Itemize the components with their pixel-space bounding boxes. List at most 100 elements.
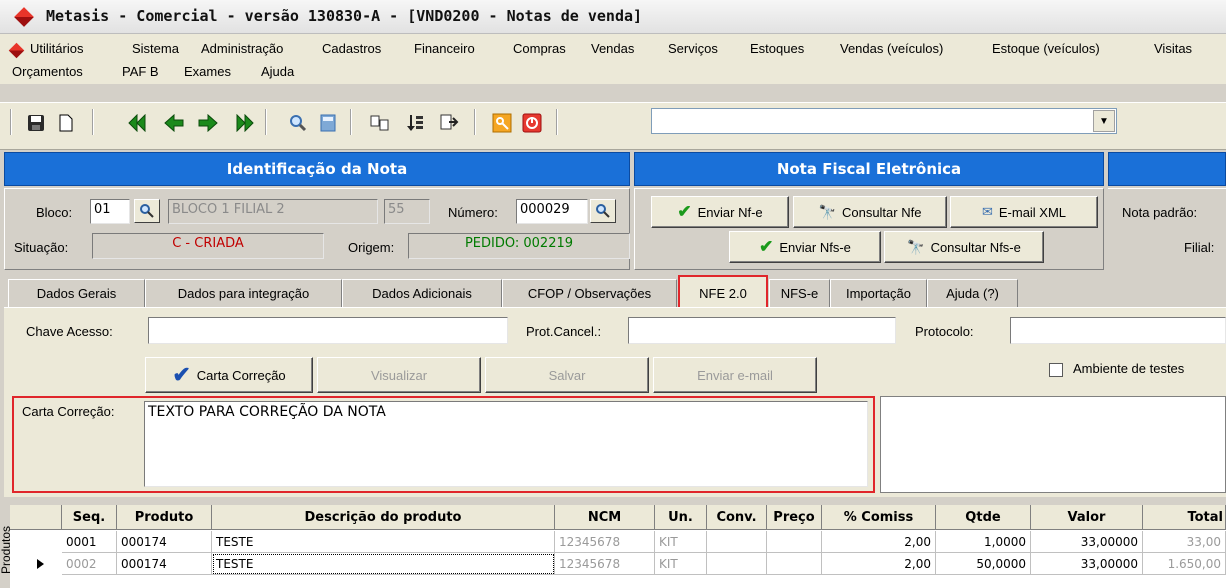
grid-cell-produto[interactable]: 000174 xyxy=(117,553,212,575)
grid-cell-conv[interactable] xyxy=(707,531,767,553)
grid-cell-comiss[interactable]: 2,00 xyxy=(822,553,936,575)
menu-visitas[interactable]: Visitas xyxy=(1154,41,1192,56)
ambiente-testes-checkbox[interactable] xyxy=(1049,363,1063,377)
bloco-field[interactable]: 01 xyxy=(90,199,130,224)
email-xml-button[interactable]: ✉ E-mail XML xyxy=(950,196,1098,228)
toolbar-combo[interactable]: ▼ xyxy=(651,108,1117,134)
grid-cell-un[interactable]: KIT xyxy=(655,531,707,553)
enviar-email-button[interactable]: Enviar e-mail xyxy=(653,357,817,393)
toolbar-separator xyxy=(474,109,476,135)
numero-field[interactable]: 000029 xyxy=(516,199,588,224)
prot-cancel-field[interactable] xyxy=(628,317,896,344)
menu-bar: Utilitários Sistema Administração Cadast… xyxy=(0,34,1226,84)
grid-header-preco[interactable]: Preço xyxy=(767,505,822,530)
menu-compras[interactable]: Compras xyxy=(513,41,566,56)
grid-cell-total[interactable]: 33,00 xyxy=(1143,531,1226,553)
menu-sistema[interactable]: Sistema xyxy=(132,41,179,56)
sort-icon[interactable] xyxy=(403,111,427,135)
grid-cell-valor[interactable]: 33,00000 xyxy=(1031,553,1143,575)
menu-orcamentos[interactable]: Orçamentos xyxy=(12,64,83,79)
grid-cell-descricao[interactable]: TESTE xyxy=(212,553,555,575)
save-icon[interactable] xyxy=(24,111,48,135)
consultar-nfe-button[interactable]: 🔭 Consultar Nfe xyxy=(793,196,947,228)
grid-header-un[interactable]: Un. xyxy=(655,505,707,530)
grid-header-ncm[interactable]: NCM xyxy=(555,505,655,530)
calculator-icon[interactable] xyxy=(316,111,340,135)
grid-cell-total[interactable]: 1.650,00 xyxy=(1143,553,1226,575)
numero-search-icon[interactable] xyxy=(590,199,616,223)
tab-nfse[interactable]: NFS-e xyxy=(769,279,830,307)
salvar-button[interactable]: Salvar xyxy=(485,357,649,393)
grid-cell-qtde[interactable]: 50,0000 xyxy=(936,553,1031,575)
check-icon: ✔ xyxy=(677,202,692,221)
first-record-icon[interactable] xyxy=(127,111,151,135)
search-icon[interactable] xyxy=(286,111,310,135)
app-menu-icon[interactable] xyxy=(8,42,25,59)
tab-nfe-2-0[interactable]: NFE 2.0 xyxy=(678,275,768,310)
grid-cell-seq[interactable]: 0002 xyxy=(62,553,117,575)
grid-header-valor[interactable]: Valor xyxy=(1031,505,1143,530)
menu-servicos[interactable]: Serviços xyxy=(668,41,718,56)
tab-importacao[interactable]: Importação xyxy=(830,279,927,307)
last-record-icon[interactable] xyxy=(231,111,255,135)
nfe-header: Nota Fiscal Eletrônica xyxy=(634,152,1104,186)
chevron-down-icon[interactable]: ▼ xyxy=(1093,110,1115,132)
menu-utilitarios[interactable]: Utilitários xyxy=(30,41,83,56)
products-grid[interactable]: Seq. Produto Descrição do produto NCM Un… xyxy=(10,505,1226,588)
email-icon: ✉ xyxy=(981,204,993,219)
protocolo-label: Protocolo: xyxy=(915,324,974,339)
grid-cell-un[interactable]: KIT xyxy=(655,553,707,575)
grid-cell-ncm[interactable]: 12345678 xyxy=(555,553,655,575)
key-icon[interactable] xyxy=(490,111,514,135)
previous-record-icon[interactable] xyxy=(162,111,186,135)
chave-acesso-field[interactable] xyxy=(148,317,508,344)
grid-header-qtde[interactable]: Qtde xyxy=(936,505,1031,530)
carta-correcao-button[interactable]: ✔ Carta Correção xyxy=(145,357,313,393)
grid-header-total[interactable]: Total xyxy=(1143,505,1226,530)
grid-header-comiss[interactable]: % Comiss xyxy=(822,505,936,530)
grid-cell-comiss[interactable]: 2,00 xyxy=(822,531,936,553)
consultar-nfe-label: Consultar Nfe xyxy=(841,204,922,220)
origem-field: PEDIDO: 002219 xyxy=(408,233,630,259)
menu-cadastros[interactable]: Cadastros xyxy=(322,41,381,56)
consultar-nfse-button[interactable]: 🔭 Consultar Nfs-e xyxy=(884,231,1044,263)
tab-cfop-observacoes[interactable]: CFOP / Observações xyxy=(502,279,677,307)
menu-paf-b[interactable]: PAF B xyxy=(122,64,159,79)
tab-dados-gerais[interactable]: Dados Gerais xyxy=(8,279,145,307)
grid-header-seq[interactable]: Seq. xyxy=(62,505,117,530)
menu-vendas[interactable]: Vendas xyxy=(591,41,634,56)
grid-cell-conv[interactable] xyxy=(707,553,767,575)
protocolo-field[interactable] xyxy=(1010,317,1226,344)
grid-cell-preco[interactable] xyxy=(767,531,822,553)
grid-cell-produto[interactable]: 000174 xyxy=(117,531,212,553)
menu-vendas-veiculos[interactable]: Vendas (veículos) xyxy=(840,41,943,56)
grid-cell-descricao[interactable]: TESTE xyxy=(212,531,555,553)
tab-dados-integracao[interactable]: Dados para integração xyxy=(145,279,342,307)
visualizar-button[interactable]: Visualizar xyxy=(317,357,481,393)
tab-dados-adicionais[interactable]: Dados Adicionais xyxy=(342,279,502,307)
copy-icon[interactable] xyxy=(368,111,392,135)
menu-ajuda[interactable]: Ajuda xyxy=(261,64,294,79)
tab-ajuda[interactable]: Ajuda (?) xyxy=(927,279,1018,307)
grid-header-produto[interactable]: Produto xyxy=(117,505,212,530)
grid-cell-valor[interactable]: 33,00000 xyxy=(1031,531,1143,553)
next-record-icon[interactable] xyxy=(196,111,220,135)
menu-administracao[interactable]: Administração xyxy=(201,41,283,56)
grid-header-descricao[interactable]: Descrição do produto xyxy=(212,505,555,530)
grid-header-conv[interactable]: Conv. xyxy=(707,505,767,530)
bloco-search-icon[interactable] xyxy=(134,199,160,223)
menu-estoque-veiculos[interactable]: Estoque (veículos) xyxy=(992,41,1100,56)
grid-cell-preco[interactable] xyxy=(767,553,822,575)
menu-estoques[interactable]: Estoques xyxy=(750,41,804,56)
grid-cell-seq[interactable]: 0001 xyxy=(62,531,117,553)
menu-exames[interactable]: Exames xyxy=(184,64,231,79)
carta-correcao-textarea[interactable]: TEXTO PARA CORREÇÃO DA NOTA xyxy=(144,401,868,487)
export-icon[interactable] xyxy=(437,111,461,135)
grid-cell-ncm[interactable]: 12345678 xyxy=(555,531,655,553)
enviar-nfse-button[interactable]: ✔ Enviar Nfs-e xyxy=(729,231,881,263)
enviar-nfe-button[interactable]: ✔ Enviar Nf-e xyxy=(651,196,789,228)
grid-cell-qtde[interactable]: 1,0000 xyxy=(936,531,1031,553)
stop-icon[interactable] xyxy=(520,111,544,135)
new-document-icon[interactable] xyxy=(54,111,78,135)
menu-financeiro[interactable]: Financeiro xyxy=(414,41,475,56)
